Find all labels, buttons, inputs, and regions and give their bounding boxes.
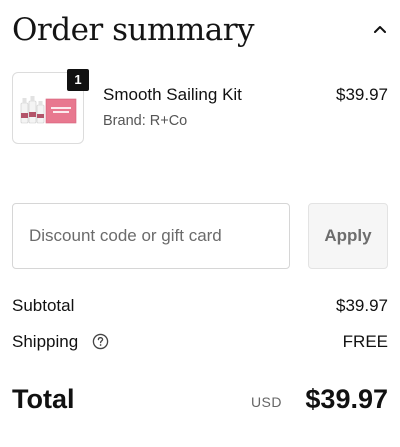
order-summary-title: Order summary xyxy=(12,12,255,48)
discount-code-input[interactable] xyxy=(12,203,290,269)
product-price: $39.97 xyxy=(336,85,388,104)
product-brand: Brand: R+Co xyxy=(103,113,188,129)
shipping-value: FREE xyxy=(342,332,388,351)
apply-button[interactable]: Apply xyxy=(308,203,388,269)
line-item: 1 Smooth Sailing Kit Brand: R+Co $39.97 xyxy=(12,69,388,148)
subtotal-value: $39.97 xyxy=(336,296,388,315)
chevron-up-icon[interactable] xyxy=(372,22,388,36)
discount-form: Apply xyxy=(12,203,388,269)
order-summary-header[interactable]: Order summary xyxy=(12,8,388,54)
product-name: Smooth Sailing Kit xyxy=(103,85,242,104)
subtotal-row: Subtotal $39.97 xyxy=(12,296,388,318)
shipping-row: Shipping FREE xyxy=(12,332,388,354)
total-label: Total xyxy=(12,384,75,414)
currency-code: USD xyxy=(250,394,282,410)
shipping-label: Shipping xyxy=(12,332,79,351)
quantity-badge: 1 xyxy=(67,69,89,91)
total-row: Total USD $39.97 xyxy=(12,382,388,418)
subtotal-label: Subtotal xyxy=(12,296,75,315)
question-circle-icon[interactable] xyxy=(92,333,109,350)
total-amount: $39.97 xyxy=(305,384,388,414)
product-thumbnail: 1 xyxy=(12,69,89,144)
